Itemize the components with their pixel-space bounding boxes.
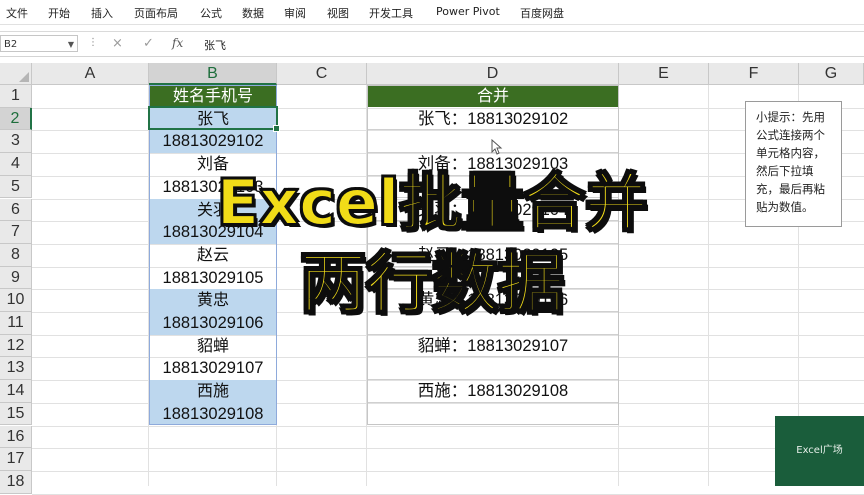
table-b-cell[interactable]: 18813029108 bbox=[149, 402, 277, 426]
table-b-cell[interactable]: 西施 bbox=[149, 380, 277, 403]
channel-watermark: Excel广场 bbox=[775, 416, 864, 486]
row-header[interactable]: 2 bbox=[0, 107, 32, 131]
tab-insert[interactable]: 插入 bbox=[91, 5, 113, 21]
row-header[interactable]: 17 bbox=[0, 448, 32, 471]
select-all-button[interactable] bbox=[0, 63, 32, 85]
tab-power-pivot[interactable]: Power Pivot bbox=[436, 5, 500, 18]
table-b-cell[interactable]: 18813029102 bbox=[149, 130, 277, 154]
row-header[interactable]: 1 bbox=[0, 85, 32, 108]
tab-data[interactable]: 数据 bbox=[242, 5, 264, 21]
ribbon-tabs: 文件 开始 插入 页面布局 公式 数据 审阅 视图 开发工具 Power Piv… bbox=[0, 0, 864, 25]
table-d-cell[interactable] bbox=[367, 403, 619, 426]
table-d-cell[interactable]: 貂蝉：18813029107 bbox=[367, 335, 619, 358]
table-b-header[interactable]: 姓名手机号 bbox=[149, 85, 277, 107]
tab-home[interactable]: 开始 bbox=[48, 5, 70, 21]
table-d-cell[interactable] bbox=[367, 357, 619, 381]
tab-file[interactable]: 文件 bbox=[6, 5, 28, 21]
tab-formulas[interactable]: 公式 bbox=[200, 5, 222, 21]
column-header-c[interactable]: C bbox=[277, 63, 367, 85]
column-header-e[interactable]: E bbox=[619, 63, 709, 85]
name-box-value: B2 bbox=[4, 39, 18, 50]
formula-bar: B2 ▼ ⋮ × ✓ fx 张飞 bbox=[0, 31, 864, 57]
column-header-b[interactable]: B bbox=[149, 63, 277, 85]
cancel-icon[interactable]: × bbox=[112, 36, 123, 51]
column-header-f[interactable]: F bbox=[709, 63, 799, 85]
insert-function-button[interactable]: fx bbox=[172, 36, 183, 50]
row-header[interactable]: 3 bbox=[0, 130, 32, 154]
table-d-cell[interactable]: 西施：18813029108 bbox=[367, 380, 619, 403]
tab-view[interactable]: 视图 bbox=[327, 5, 349, 21]
row-header[interactable]: 18 bbox=[0, 470, 32, 494]
column-header-d[interactable]: D bbox=[367, 63, 619, 85]
row-header[interactable]: 15 bbox=[0, 402, 32, 426]
tab-baidu-netdisk[interactable]: 百度网盘 bbox=[520, 5, 564, 21]
title-overlay-line2: 两行数据 bbox=[299, 245, 565, 322]
tab-developer[interactable]: 开发工具 bbox=[369, 5, 413, 21]
column-header-a[interactable]: A bbox=[32, 63, 149, 85]
table-d-header[interactable]: 合并 bbox=[367, 85, 619, 107]
row-header[interactable]: 13 bbox=[0, 357, 32, 381]
column-header-g[interactable]: G bbox=[799, 63, 864, 85]
formula-input[interactable]: 张飞 bbox=[204, 37, 226, 53]
mouse-pointer-icon bbox=[491, 139, 503, 155]
more-options-icon[interactable]: ⋮ bbox=[88, 37, 98, 48]
table-b-cell[interactable]: 18813029107 bbox=[149, 357, 277, 380]
tab-review[interactable]: 审阅 bbox=[284, 5, 306, 21]
table-b-cell[interactable]: 貂蝉 bbox=[149, 335, 277, 358]
row-header[interactable]: 14 bbox=[0, 380, 32, 403]
name-box[interactable]: B2 ▼ bbox=[0, 35, 78, 52]
row-header[interactable]: 12 bbox=[0, 334, 32, 358]
table-b-cell[interactable]: 张飞 bbox=[149, 107, 277, 131]
table-d-cell[interactable]: 张飞：18813029102 bbox=[367, 108, 619, 131]
title-overlay-line1: Excel批量合并 bbox=[216, 166, 648, 239]
row-header[interactable]: 16 bbox=[0, 425, 32, 449]
tab-page-layout[interactable]: 页面布局 bbox=[134, 5, 178, 21]
enter-icon[interactable]: ✓ bbox=[143, 36, 154, 51]
chevron-down-icon[interactable]: ▼ bbox=[68, 36, 74, 53]
